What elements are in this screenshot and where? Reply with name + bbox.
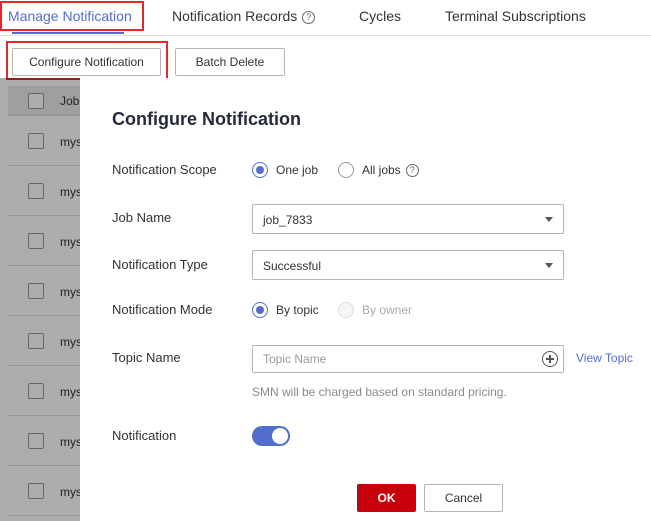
mode-by-topic-label[interactable]: By topic [276,303,319,317]
topic-name-input[interactable] [253,346,533,372]
view-topic-link[interactable]: View Topic [576,351,633,365]
ok-button[interactable]: OK [357,484,416,512]
job-name-select[interactable]: job_7833 [252,204,564,234]
scope-one-job-radio[interactable] [252,162,268,178]
topic-name-field[interactable] [252,345,564,373]
notification-type-label: Notification Type [112,257,208,272]
batch-delete-button[interactable]: Batch Delete [175,48,285,76]
help-icon[interactable]: ? [302,11,316,24]
notification-toggle[interactable] [252,426,290,446]
chevron-down-icon [545,263,553,268]
tab-label: Cycles [359,8,402,24]
scope-all-jobs-radio[interactable] [338,162,354,178]
scope-one-job-label[interactable]: One job [276,163,318,177]
help-icon[interactable]: ? [405,164,419,177]
pricing-hint: SMN will be charged based on standard pr… [252,385,507,399]
job-name-value: job_7833 [263,213,313,227]
job-name-label: Job Name [112,210,172,225]
notification-scope-label: Notification Scope [112,162,217,177]
notification-type-select[interactable]: Successful [252,250,564,280]
notification-type-value: Successful [263,259,322,273]
dialog-title: Configure Notification [112,109,301,129]
tab-cycles[interactable]: Cycles [359,0,401,35]
notification-mode-label: Notification Mode [112,302,213,317]
scope-all-jobs-label[interactable]: All jobs? [362,163,419,177]
mode-by-owner-radio [338,302,354,318]
configure-notification-dialog: Configure Notification Notification Scop… [80,78,651,521]
mode-by-topic-radio[interactable] [252,302,268,318]
button-highlight-box [6,41,168,80]
add-topic-icon[interactable] [542,351,558,367]
topic-name-label: Topic Name [112,350,181,365]
tab-notification-records[interactable]: Notification Records? [172,0,316,35]
chevron-down-icon [545,217,553,222]
tab-label: Terminal Subscriptions [445,8,586,24]
mode-by-owner-label: By owner [362,303,413,317]
active-tab-underline [12,32,124,34]
tab-label: Notification Records [172,8,298,24]
tab-terminal-subscriptions[interactable]: Terminal Subscriptions [445,0,586,35]
tab-highlight-box [0,1,144,31]
notification-label: Notification [112,428,177,443]
cancel-button[interactable]: Cancel [424,484,503,512]
